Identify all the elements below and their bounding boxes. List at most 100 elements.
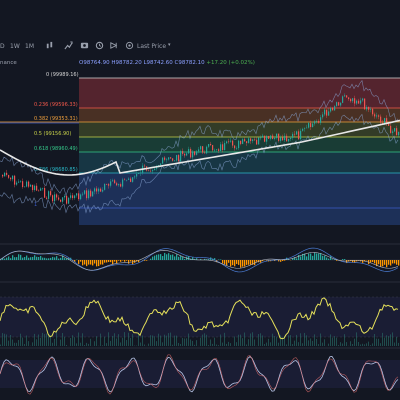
- fib-zone: [79, 108, 400, 122]
- macd-bar: [350, 260, 352, 262]
- indicators-icon[interactable]: [64, 41, 73, 50]
- fib-labels: 0 (99989.16) 0.236 (99596.33) 0.382 (99353…: [34, 72, 79, 208]
- macd-bar: [130, 260, 132, 262]
- volume-bar: [66, 344, 67, 346]
- macd-bar: [60, 257, 62, 260]
- volume-bar: [10, 334, 11, 346]
- macd-bar: [342, 259, 344, 260]
- macd-bar: [244, 260, 246, 267]
- rsi-line: [0, 297, 399, 340]
- volume-bar: [284, 335, 285, 346]
- candle-body: [32, 184, 34, 191]
- volume-bar: [324, 339, 325, 346]
- volume-bar: [140, 342, 141, 346]
- price-type-icon[interactable]: [125, 41, 134, 50]
- chart-style-icon[interactable]: [45, 41, 54, 50]
- candle-body: [112, 180, 114, 182]
- macd-bar: [336, 260, 338, 261]
- volume-bar: [308, 340, 309, 346]
- candle-body: [34, 185, 36, 191]
- macd-bar: [254, 260, 256, 266]
- volume-bar: [120, 342, 121, 346]
- upper-band: [0, 79, 399, 197]
- volume-bar: [300, 333, 301, 346]
- volume-bar: [374, 334, 375, 346]
- candle-body: [208, 144, 210, 147]
- macd-bar: [2, 258, 4, 260]
- candle-body: [214, 149, 216, 151]
- templates-icon[interactable]: [80, 41, 89, 50]
- volume-bar: [110, 340, 111, 346]
- volume-bar: [176, 335, 177, 346]
- volume-bar: [344, 334, 345, 346]
- volume-bar: [310, 338, 311, 346]
- candle-body: [6, 172, 8, 175]
- candle-body: [384, 118, 386, 124]
- candle-body: [340, 102, 342, 106]
- volume-bar: [226, 343, 227, 346]
- candle-body: [44, 188, 46, 198]
- volume-bar: [230, 343, 231, 346]
- volume-bar: [20, 333, 21, 346]
- candle-body: [268, 135, 270, 139]
- candle-body: [216, 149, 218, 150]
- timeframe-1d-button[interactable]: D: [0, 43, 5, 50]
- fib-zones: [79, 78, 400, 225]
- macd-bar: [262, 260, 264, 262]
- candle-body: [174, 160, 176, 162]
- symbol-exchange[interactable]: nance: [0, 60, 17, 66]
- volume-bar: [0, 344, 1, 346]
- volume-bar: [102, 345, 103, 346]
- candle-body: [194, 151, 196, 155]
- timeframe-1w-button[interactable]: 1W: [10, 43, 20, 50]
- macd-bar: [284, 260, 286, 261]
- volume-bar: [366, 343, 367, 346]
- price-type-dropdown[interactable]: Last Price: [137, 43, 166, 50]
- candle-body: [278, 133, 280, 141]
- candle-body: [168, 157, 170, 160]
- volume-bar: [378, 338, 379, 346]
- volume-bar: [70, 337, 71, 346]
- candle-body: [258, 137, 260, 145]
- replay-icon[interactable]: [109, 41, 118, 50]
- volume-bar: [202, 334, 203, 346]
- volume-bar: [4, 333, 5, 346]
- chevron-down-icon[interactable]: ▾: [168, 42, 171, 48]
- alert-icon[interactable]: [95, 41, 104, 50]
- volume-bar: [206, 334, 207, 346]
- candle-body: [100, 188, 102, 192]
- macd-bar: [170, 254, 172, 260]
- macd-bar: [34, 255, 36, 260]
- macd-bar: [168, 253, 170, 260]
- candle-body: [380, 116, 382, 123]
- candle-body: [200, 146, 202, 150]
- timeframe-1m-button[interactable]: 1M: [25, 43, 34, 50]
- candle-body: [196, 151, 198, 155]
- volume-bar: [222, 342, 223, 346]
- candle-body: [40, 188, 42, 191]
- candle-body: [52, 195, 54, 202]
- volume-bar: [380, 343, 381, 346]
- macd-bar: [22, 257, 24, 260]
- volume-bar: [54, 338, 55, 346]
- macd-bar: [100, 260, 102, 265]
- candle-body: [198, 149, 200, 152]
- macd-bar: [246, 260, 248, 265]
- macd-bar: [6, 257, 8, 260]
- candle-body: [256, 139, 258, 145]
- candle-body: [74, 195, 76, 199]
- candle-body: [264, 135, 266, 142]
- candle-body: [136, 174, 138, 177]
- volume-bar: [328, 343, 329, 346]
- macd-bar: [282, 260, 284, 261]
- macd-bar: [398, 260, 400, 266]
- macd-bar: [114, 260, 116, 262]
- macd-bar: [164, 252, 166, 260]
- macd-bar: [390, 260, 392, 266]
- volume-bar: [188, 333, 189, 346]
- macd-bar: [136, 260, 138, 262]
- lower-band: [0, 113, 399, 214]
- stochastic-pane: [0, 354, 400, 395]
- candle-body: [42, 188, 44, 189]
- macd-bar: [374, 260, 376, 264]
